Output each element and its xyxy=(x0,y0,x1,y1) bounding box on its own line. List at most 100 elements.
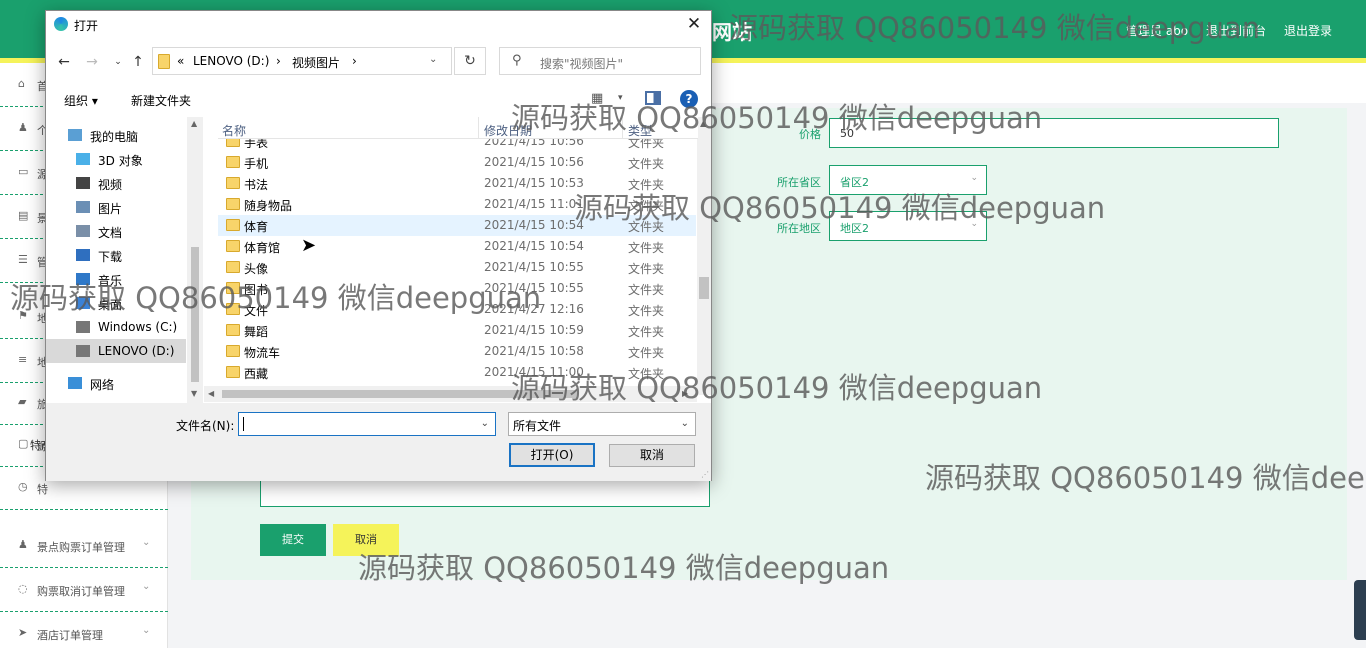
sidebar-item-label: 特 xyxy=(37,483,48,496)
exit-to-frontend-link[interactable]: 退出到前台 xyxy=(1206,22,1266,39)
tree-item[interactable]: LENOVO (D:) xyxy=(46,339,186,363)
file-row[interactable]: 物流车 2021/4/15 10:58 文件夹 xyxy=(218,341,696,362)
file-row[interactable]: 体育馆 2021/4/15 10:54 文件夹 xyxy=(218,236,696,257)
column-divider[interactable] xyxy=(478,117,479,139)
dialog-cancel-button[interactable]: 取消 xyxy=(609,444,695,467)
file-type-filter-select[interactable]: 所有文件 ⌄ xyxy=(508,412,696,436)
file-list-horizontal-scrollbar[interactable]: ◀ ▶ xyxy=(204,386,697,402)
dialog-titlebar[interactable]: 打开 ✕ xyxy=(46,11,711,39)
help-icon[interactable]: ? xyxy=(680,90,698,108)
region-select[interactable]: 地区2 ⌄ xyxy=(829,211,987,241)
region-label: 所在地区 xyxy=(777,222,821,235)
folder-icon xyxy=(158,54,170,69)
scroll-down-icon[interactable]: ▼ xyxy=(191,389,197,398)
tree-item[interactable]: 文档 xyxy=(46,219,186,243)
organize-menu-button[interactable]: 组织 ▾ xyxy=(64,92,98,109)
breadcrumb-folder[interactable]: 视频图片 xyxy=(292,54,340,71)
column-date-header[interactable]: 修改日期 xyxy=(484,122,532,139)
horizontal-scroll-thumb[interactable] xyxy=(222,390,577,398)
file-list-scroll-thumb[interactable] xyxy=(699,277,709,299)
file-row[interactable]: 手机 2021/4/15 10:56 文件夹 xyxy=(218,152,696,173)
file-row[interactable]: 书法 2021/4/15 10:53 文件夹 xyxy=(218,173,696,194)
tree-item[interactable]: 图片 xyxy=(46,195,186,219)
province-select[interactable]: 省区2 ⌄ xyxy=(829,165,987,195)
admin-user-link[interactable]: 管理员 abo xyxy=(1126,22,1188,39)
file-row[interactable]: 随身物品 2021/4/15 11:01 文件夹 xyxy=(218,194,696,215)
chevron-down-icon: ⌄ xyxy=(680,418,689,429)
tree-item[interactable]: 下载 xyxy=(46,243,186,267)
submit-button[interactable]: 提交 xyxy=(260,524,326,556)
breadcrumb-drive[interactable]: LENOVO (D:) xyxy=(193,54,269,68)
forward-arrow-icon[interactable]: → xyxy=(82,51,102,73)
tree-item-label: 下载 xyxy=(98,250,123,264)
logout-link[interactable]: 退出登录 xyxy=(1284,22,1332,39)
file-row[interactable]: 体育 2021/4/15 10:54 文件夹 xyxy=(218,215,696,236)
car-icon: ▰ xyxy=(18,395,27,408)
up-arrow-icon[interactable]: ↑ xyxy=(128,51,148,73)
tree-item[interactable]: 视频 xyxy=(46,171,186,195)
file-name: 文件 xyxy=(244,304,269,318)
file-row[interactable]: 文件 2021/4/27 12:16 文件夹 xyxy=(218,299,696,320)
sidebar-item-label: 购票取消订单管理 xyxy=(37,585,125,598)
recent-locations-chevron-icon[interactable]: ⌄ xyxy=(108,51,128,73)
tree-item[interactable]: 网络 xyxy=(46,371,186,395)
open-file-dialog: 打开 ✕ ← → ⌄ ↑ « LENOVO (D:) › 视频图片 › ⌄ ↻ … xyxy=(45,10,712,481)
preview-pane-icon[interactable] xyxy=(645,91,661,105)
tree-item[interactable]: 3D 对象 xyxy=(46,147,186,171)
page-side-widget[interactable] xyxy=(1354,580,1366,640)
new-folder-button[interactable]: 新建文件夹 xyxy=(131,92,191,109)
file-row[interactable]: 头像 2021/4/15 10:55 文件夹 xyxy=(218,257,696,278)
file-row[interactable]: 西藏 2021/4/15 11:00 文件夹 xyxy=(218,362,696,383)
tree-item[interactable]: 我的电脑 xyxy=(46,123,186,147)
refresh-icon[interactable]: ↻ xyxy=(454,47,486,75)
mouse-cursor-icon: ➤ xyxy=(301,235,317,256)
scroll-up-icon[interactable]: ▲ xyxy=(700,119,706,128)
breadcrumb-separator[interactable]: › xyxy=(352,54,357,68)
cancel-button[interactable]: 取消 xyxy=(333,524,399,556)
clipboard-icon: ▤ xyxy=(18,209,29,222)
tree-item[interactable]: 音乐 xyxy=(46,267,186,291)
tree-item[interactable]: Windows (C:) xyxy=(46,315,186,339)
tree-scrollbar[interactable]: ▲ ▼ xyxy=(187,117,203,403)
price-input[interactable]: 50 xyxy=(829,118,1279,148)
resize-grip-icon[interactable]: ⋰ xyxy=(701,470,709,479)
chevron-down-icon[interactable]: ⌄ xyxy=(481,418,489,429)
breadcrumb-separator[interactable]: › xyxy=(276,54,281,68)
picture-icon xyxy=(76,201,90,213)
sidebar-item-label: 景点购票订单管理 xyxy=(37,541,125,554)
address-bar[interactable]: « LENOVO (D:) › 视频图片 › ⌄ xyxy=(152,47,452,75)
chat-icon: ▢ xyxy=(18,437,29,450)
card-icon: ▭ xyxy=(18,165,29,178)
open-button[interactable]: 打开(O) xyxy=(509,443,595,467)
close-icon[interactable]: ✕ xyxy=(683,13,705,35)
sidebar-item[interactable]: ♟ 景点购票订单管理 ⌄ xyxy=(0,524,168,568)
chevron-down-icon: ⌄ xyxy=(142,537,151,548)
chevron-down-icon[interactable]: ⌄ xyxy=(429,54,437,65)
scroll-up-icon[interactable]: ▲ xyxy=(191,119,197,128)
file-type: 文件夹 xyxy=(628,283,665,297)
tree-item[interactable]: 桌面 xyxy=(46,291,186,315)
file-list-vertical-scrollbar[interactable]: ▲ xyxy=(697,117,711,395)
send-icon: ➤ xyxy=(18,626,28,639)
search-input[interactable]: ⚲ 搜索"视频图片" xyxy=(499,47,701,75)
file-row[interactable]: 舞蹈 2021/4/15 10:59 文件夹 xyxy=(218,320,696,341)
filename-input[interactable]: ⌄ xyxy=(238,412,496,436)
chevron-down-icon[interactable]: ▾ xyxy=(618,93,623,103)
column-type-header[interactable]: 类型 xyxy=(628,122,652,139)
sidebar-item[interactable]: ➤ 酒店订单管理 ⌄ xyxy=(0,612,168,648)
file-name: 西藏 xyxy=(244,367,269,381)
view-options-icon[interactable]: ▦ xyxy=(591,91,603,106)
column-name-header[interactable]: 名称 xyxy=(222,122,246,139)
drive-icon xyxy=(76,321,90,333)
scroll-right-icon[interactable]: ▶ xyxy=(682,389,688,398)
column-divider[interactable] xyxy=(622,117,623,139)
file-row[interactable]: 图书 2021/4/15 10:55 文件夹 xyxy=(218,278,696,299)
sidebar-item[interactable]: ◌ 购票取消订单管理 ⌄ xyxy=(0,568,168,612)
scroll-left-icon[interactable]: ◀ xyxy=(208,389,214,398)
breadcrumb-overflow[interactable]: « xyxy=(177,54,184,68)
tree-scroll-thumb[interactable] xyxy=(191,247,199,382)
back-arrow-icon[interactable]: ← xyxy=(54,51,74,73)
folder-icon xyxy=(226,345,240,357)
cube-icon xyxy=(76,153,90,165)
file-name: 物流车 xyxy=(244,346,281,360)
